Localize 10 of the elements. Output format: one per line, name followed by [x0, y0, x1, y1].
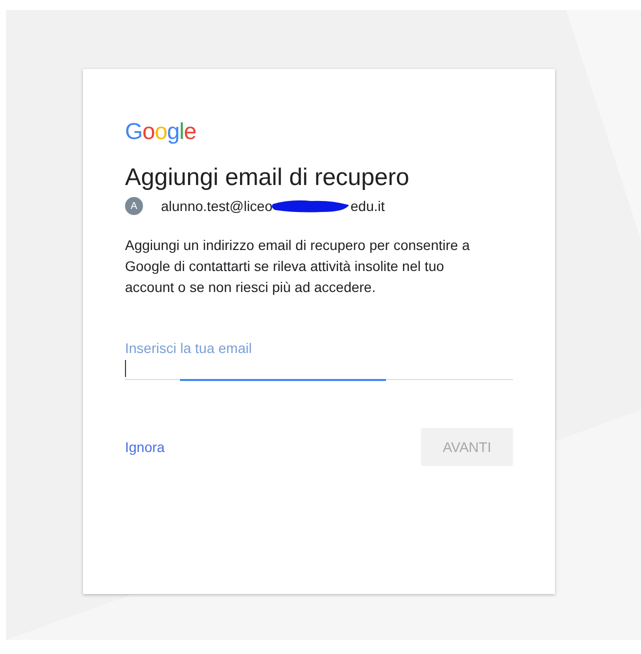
account-email: alunno.test@liceo: [161, 196, 273, 216]
avatar: A: [125, 197, 143, 215]
email-field-label: Inserisci la tua email: [125, 339, 252, 358]
skip-link[interactable]: Ignora: [125, 436, 165, 458]
account-email-domain: edu.it: [350, 196, 385, 216]
email-field[interactable]: Inserisci la tua email: [125, 332, 513, 380]
logo: Google: [125, 117, 198, 145]
description-text: Aggiungi un indirizzo email di recupero per consentire a Google di contattarti se rileva attività insolite nel tuo account o se non riesci più ad accedere.: [125, 236, 471, 297]
page-title: Aggiungi email di recupero: [125, 163, 410, 193]
text-cursor: [125, 360, 126, 377]
